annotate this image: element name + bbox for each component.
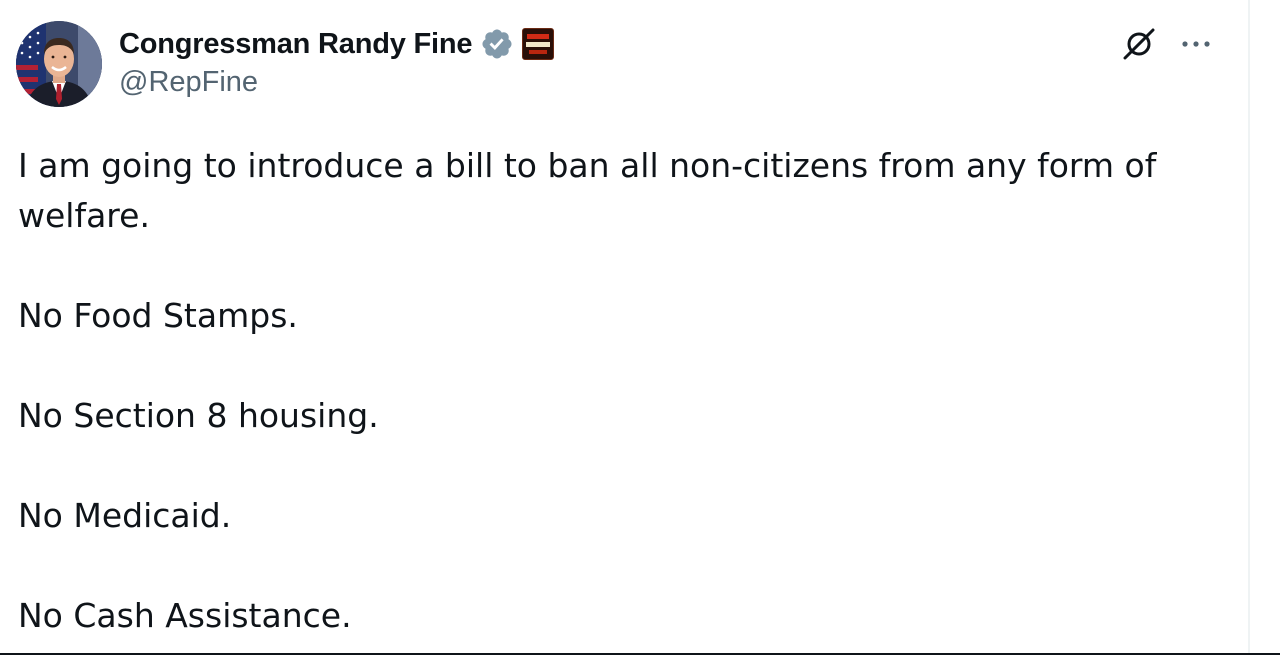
tweet-paragraph: No Section 8 housing. [18,396,379,435]
grok-icon[interactable] [1117,22,1161,66]
house-gop-affiliate-badge-icon[interactable] [522,28,555,60]
author-name-row: Congressman Randy Fine [119,24,555,64]
timeline-border [1248,0,1250,655]
tweet-paragraph: No Medicaid. [18,496,232,535]
tweet-paragraph: I am going to introduce a bill to ban al… [18,146,1157,235]
verified-badge-icon[interactable] [480,27,514,61]
author-display-name[interactable]: Congressman Randy Fine [119,28,473,61]
more-options-icon[interactable] [1174,22,1218,66]
tweet-paragraph: No Cash Assistance. [18,596,352,635]
tweet-paragraph: No Food Stamps. [18,296,298,335]
author-handle[interactable]: @RepFine [119,66,258,99]
tweet-text: I am going to introduce a bill to ban al… [18,141,1218,641]
avatar[interactable] [16,21,102,107]
avatar-image [16,21,102,107]
tweet-card: Congressman Randy Fine @RepFine I am goi… [0,0,1248,655]
